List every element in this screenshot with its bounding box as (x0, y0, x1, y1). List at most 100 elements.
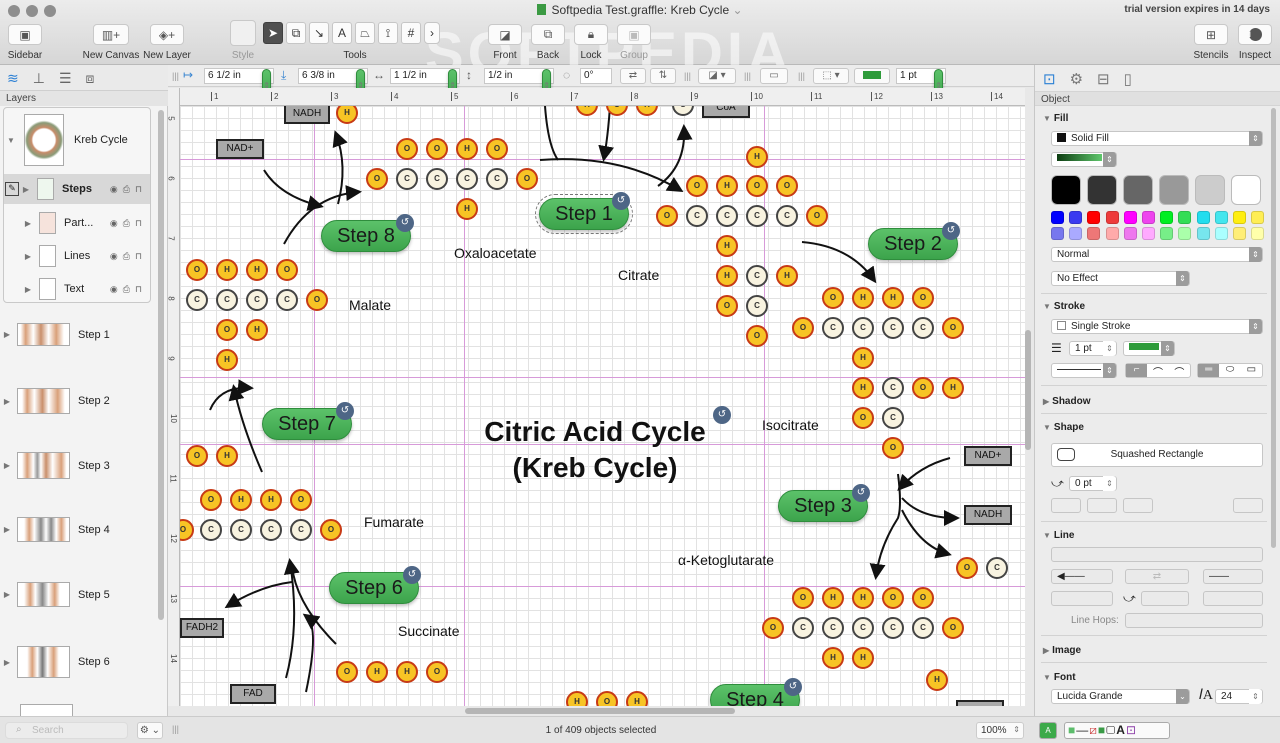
fill-color-swatch[interactable] (1123, 227, 1137, 240)
fill-color-swatch[interactable] (1105, 211, 1119, 224)
stepper-icon[interactable]: ⇕ (1013, 725, 1020, 734)
atom-h[interactable]: H (852, 647, 874, 669)
midpoint-field[interactable] (1141, 591, 1189, 606)
atom-h[interactable]: H (260, 489, 282, 511)
fill-color-swatch[interactable] (1178, 227, 1192, 240)
cap-round-icon[interactable]: ⬭ (1219, 364, 1240, 377)
atom-o[interactable]: O (686, 175, 708, 197)
carbon-atom[interactable]: C (716, 205, 738, 227)
atom-o[interactable]: O (776, 175, 798, 197)
atom-h[interactable]: H (626, 691, 648, 706)
x-position-field[interactable]: 6 1/2 in ⇕ (204, 68, 274, 101)
search-input[interactable]: ⌕ Search (5, 722, 128, 739)
carbon-atom[interactable]: C (882, 377, 904, 399)
layer-row-steps[interactable]: ✎ ▶ Steps ◉⎙⊓ (4, 174, 150, 204)
shape-section-header[interactable]: ▼ Shape (1043, 422, 1084, 433)
atom-o[interactable]: O (942, 317, 964, 339)
atom-o[interactable]: O (716, 295, 738, 317)
atom-o[interactable]: O (912, 587, 934, 609)
atom-h[interactable]: H (716, 235, 738, 257)
style-tray-icon[interactable]: A (1039, 722, 1057, 739)
carbon-atom[interactable]: C (486, 168, 508, 190)
properties-gear-icon[interactable]: ⚙ (1070, 70, 1083, 91)
action-badge-icon[interactable]: ↺ (784, 678, 802, 696)
back-button[interactable]: ⧉ (531, 24, 565, 45)
atom-h[interactable]: H (246, 319, 268, 341)
carbon-atom[interactable]: C (912, 617, 934, 639)
fill-color-swatch[interactable] (1142, 227, 1155, 240)
atom-o[interactable]: O (216, 319, 238, 341)
atom-h[interactable]: H (852, 377, 874, 399)
fill-color-swatch[interactable] (1159, 175, 1189, 205)
atom-o[interactable]: O (942, 617, 964, 639)
molecule-label-citrate[interactable]: Citrate (618, 267, 659, 283)
fill-color-swatch[interactable] (1142, 211, 1155, 224)
canvas-row-step-2[interactable]: ▶ Step 2 (0, 388, 160, 414)
edit-layer-icon[interactable]: ✎ (5, 182, 19, 196)
carbon-atom[interactable]: C (276, 289, 298, 311)
atom-h[interactable]: H (746, 146, 768, 168)
carbon-atom[interactable]: C (792, 617, 814, 639)
carbon-atom[interactable]: C (396, 168, 418, 190)
horizontal-scrollbar[interactable] (465, 708, 735, 714)
canvas-row-kreb-cycle[interactable]: ▼ Kreb Cycle (4, 112, 150, 168)
stroke-color-well[interactable]: ⇕ (1123, 341, 1175, 356)
carbon-atom[interactable]: C (186, 289, 208, 311)
selection-tool-icon[interactable]: ➤ (263, 22, 283, 44)
atom-o[interactable]: O (882, 587, 904, 609)
canvas-row-step-6[interactable]: ▶ Step 6 (0, 646, 160, 678)
carbon-atom[interactable]: C (822, 617, 844, 639)
atom-h[interactable]: H (942, 377, 964, 399)
shape-action-button[interactable] (1123, 498, 1153, 513)
disclosure-closed-icon[interactable]: ▶ (21, 219, 35, 228)
carbon-atom[interactable]: C (230, 519, 252, 541)
atom-h[interactable]: H (852, 587, 874, 609)
carbon-atom[interactable]: C (912, 317, 934, 339)
vertical-scrollbar[interactable] (1025, 330, 1031, 450)
coa-box[interactable]: CoA (702, 106, 750, 118)
atom-o[interactable]: O (792, 587, 814, 609)
disclosure-closed-icon[interactable]: ▶ (0, 330, 14, 339)
font-section-header[interactable]: ▼ Font (1043, 672, 1076, 683)
stroke-type-popup[interactable]: Single Stroke ⇕ (1051, 319, 1263, 334)
fill-color-swatch[interactable] (1178, 211, 1192, 224)
atom-o[interactable]: O (656, 205, 678, 227)
atom-h[interactable]: H (246, 259, 268, 281)
stroke-section-header[interactable]: ▼ Stroke (1043, 301, 1085, 312)
canvas-row-step-1[interactable]: ▶ Step 1 (0, 323, 160, 346)
image-section-header[interactable]: ▶ Image (1043, 645, 1081, 656)
atom-o[interactable]: O (320, 519, 342, 541)
canvas-row-step-4[interactable]: ▶ Step 4 (0, 517, 160, 542)
molecule-label-ketoglutarate[interactable]: α-Ketoglutarate (678, 552, 774, 568)
blend-mode-popup[interactable]: Normal ⇕ (1051, 247, 1263, 262)
flip-vertical-button[interactable]: ⇅ (650, 68, 676, 84)
atom-o[interactable]: O (200, 489, 222, 511)
font-size-field[interactable]: 24 ⇕ (1215, 689, 1263, 704)
fill-section-header[interactable]: ▼ Fill (1043, 113, 1068, 124)
style-button[interactable] (230, 20, 256, 46)
atom-o[interactable]: O (912, 287, 934, 309)
shape-action-button[interactable] (1051, 498, 1081, 513)
text-tool-icon[interactable]: A (332, 22, 352, 44)
layer-visibility-print-lock-icons[interactable]: ◉⎙⊓ (110, 251, 147, 262)
stroke-width-field[interactable]: 1 pt ⇕ (1069, 341, 1117, 356)
atom-h[interactable]: H (822, 647, 844, 669)
stepper-icon[interactable]: ⇕ (1249, 689, 1262, 704)
sidebar-button[interactable]: ▣ (8, 24, 42, 45)
fad-box[interactable]: FAD (230, 684, 276, 704)
sidebar-scrollbar[interactable] (158, 110, 164, 620)
carbon-atom[interactable]: C (246, 289, 268, 311)
atom-h[interactable]: H (456, 198, 478, 220)
atom-o[interactable]: O (806, 205, 828, 227)
atom-o[interactable]: O (306, 289, 328, 311)
atom-h[interactable]: H (716, 175, 738, 197)
fill-color-swatch[interactable] (1051, 175, 1081, 205)
fill-color-swatch[interactable] (1195, 175, 1225, 205)
disclosure-closed-icon[interactable]: ▶ (0, 590, 14, 599)
shape-tool-icon[interactable]: ⧉ (286, 22, 306, 44)
shape-picker[interactable]: Squashed Rectangle (1051, 443, 1263, 467)
shadow-section-header[interactable]: ▶ Shadow (1043, 396, 1091, 407)
fill-color-swatch[interactable] (1160, 227, 1174, 240)
carbon-atom[interactable]: C (746, 205, 768, 227)
atom-o[interactable]: O (186, 259, 208, 281)
